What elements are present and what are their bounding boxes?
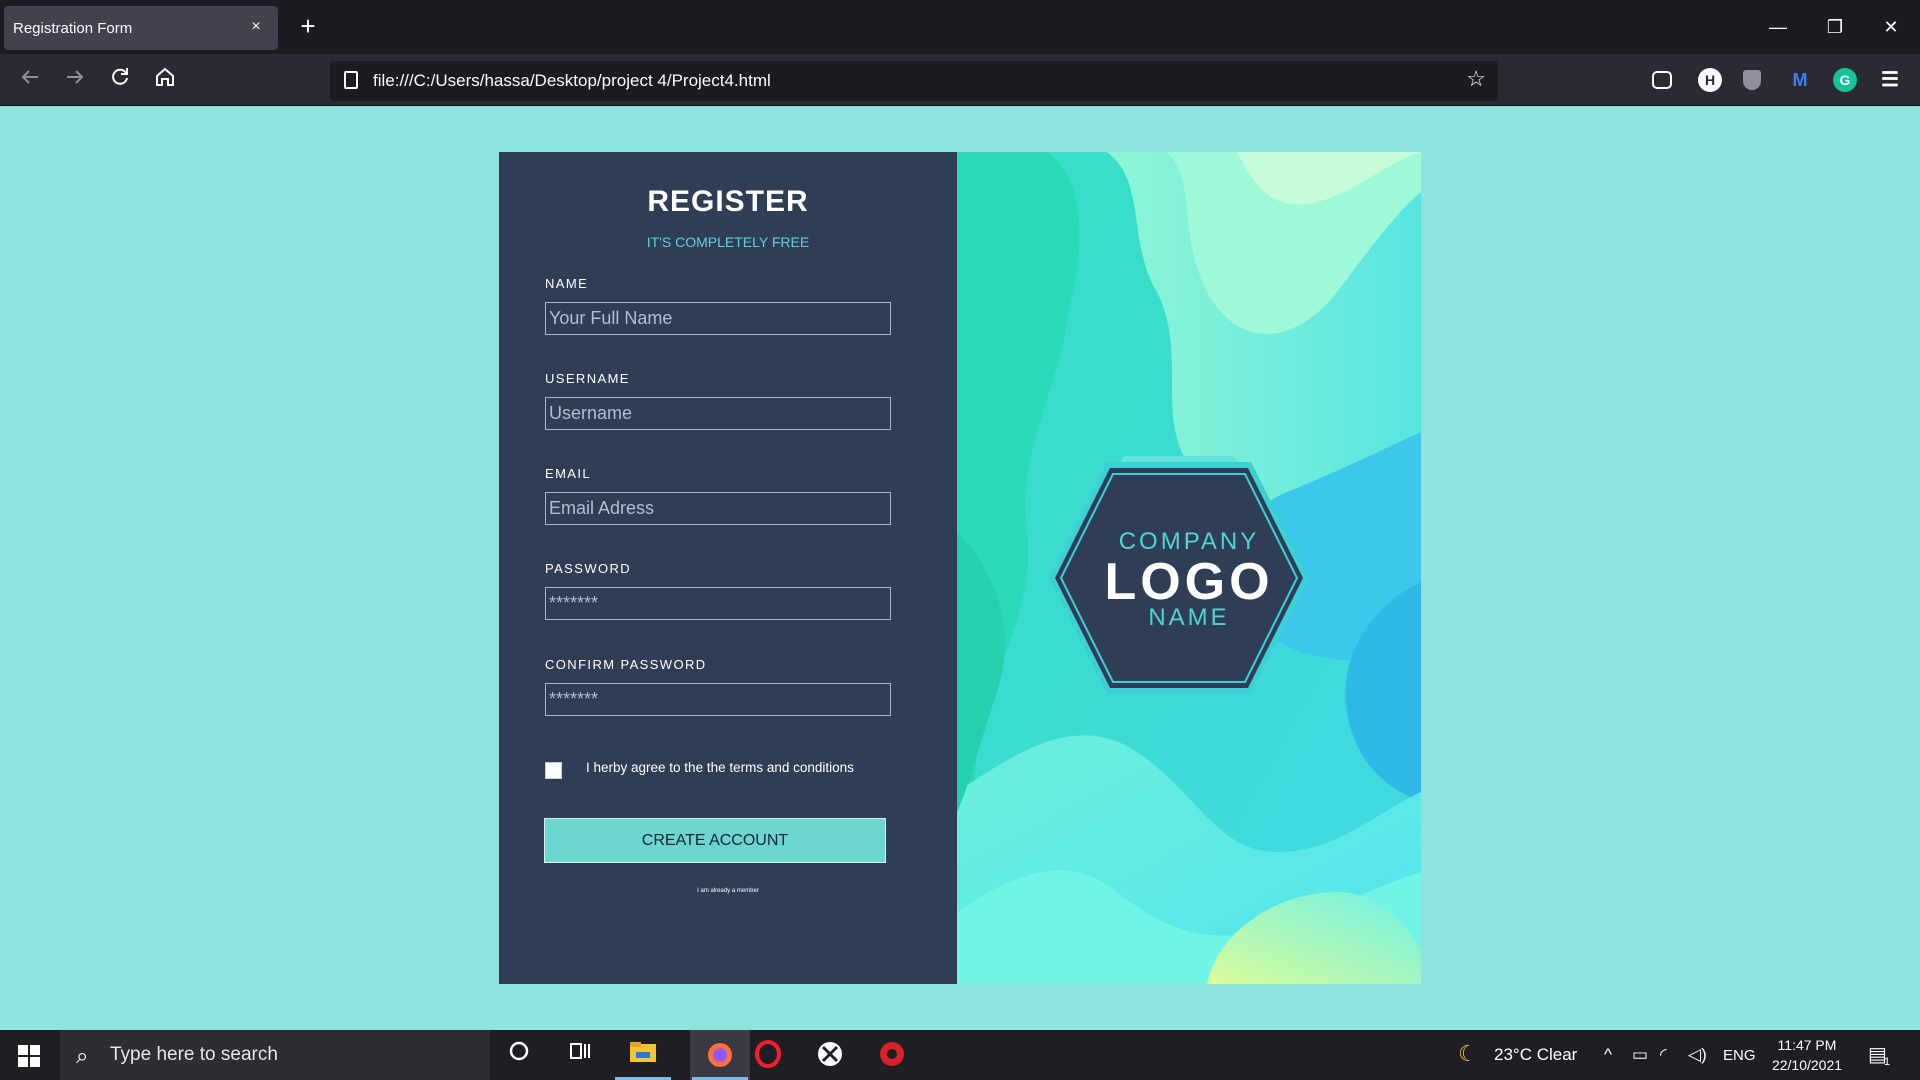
- confirm-password-label: CONFIRM PASSWORD: [545, 657, 707, 672]
- task-view-icon[interactable]: [565, 1040, 595, 1070]
- wifi-icon[interactable]: ◜: [1660, 1045, 1667, 1065]
- search-icon: ⌕: [76, 1043, 89, 1068]
- email-label: EMAIL: [545, 466, 592, 481]
- red-app-icon[interactable]: [877, 1040, 907, 1070]
- logo-main-text: LOGO: [1104, 553, 1274, 611]
- language-indicator[interactable]: ENG: [1723, 1047, 1756, 1064]
- password-label: PASSWORD: [545, 561, 632, 576]
- email-input[interactable]: [545, 492, 891, 525]
- home-icon[interactable]: [150, 66, 180, 96]
- file-explorer-icon[interactable]: [628, 1040, 658, 1070]
- username-label: USERNAME: [545, 371, 630, 386]
- forward-arrow-icon[interactable]: [60, 66, 90, 96]
- already-member-link[interactable]: I am already a member: [499, 888, 957, 894]
- tab-title: Registration Form: [13, 19, 133, 37]
- volume-icon[interactable]: ◁): [1688, 1045, 1707, 1065]
- taskbar-search-box[interactable]: ⌕ Type here to search: [60, 1030, 490, 1080]
- xbox-icon[interactable]: [815, 1040, 845, 1070]
- moon-weather-icon: ☾: [1458, 1041, 1478, 1066]
- grammarly-icon[interactable]: G: [1833, 68, 1857, 92]
- browser-tab[interactable]: Registration Form ×: [4, 6, 278, 50]
- decorative-art-panel: COMPANY LOGO NAME: [957, 152, 1421, 984]
- notification-count: 1: [1884, 1056, 1891, 1068]
- chevron-up-icon[interactable]: ^: [1604, 1045, 1612, 1065]
- password-input[interactable]: [545, 587, 891, 620]
- form-panel: REGISTER IT'S COMPLETELY FREE NAME USERN…: [499, 152, 957, 984]
- form-title: REGISTER: [647, 185, 809, 218]
- windows-start-icon[interactable]: [18, 1045, 40, 1067]
- clock-time: 11:47 PM: [1777, 1037, 1837, 1053]
- taskbar-clock[interactable]: 11:47 PM 22/10/2021: [1762, 1035, 1852, 1075]
- cortana-icon[interactable]: [504, 1040, 534, 1070]
- url-text[interactable]: file:///C:/Users/hassa/Desktop/project 4…: [373, 71, 771, 91]
- browser-nav-bar: file:///C:/Users/hassa/Desktop/project 4…: [0, 54, 1920, 106]
- tab-close-icon[interactable]: ×: [246, 17, 266, 37]
- new-tab-button[interactable]: +: [294, 13, 322, 41]
- opera-icon[interactable]: [753, 1040, 783, 1070]
- m-extension-icon[interactable]: M: [1788, 68, 1812, 92]
- windows-taskbar: ⌕ Type here to search ☾ 23°C Clear ^ ▭ ◜…: [0, 1030, 1920, 1080]
- search-placeholder: Type here to search: [110, 1044, 278, 1065]
- create-account-button[interactable]: CREATE ACCOUNT: [544, 818, 886, 863]
- restore-button[interactable]: ❐: [1820, 12, 1850, 42]
- battery-icon[interactable]: ▭: [1632, 1045, 1648, 1065]
- logo-name-text: NAME: [1148, 604, 1230, 631]
- clock-date: 22/10/2021: [1771, 1057, 1843, 1073]
- terms-label: I herby agree to the the terms and condi…: [586, 760, 854, 775]
- reload-icon[interactable]: [105, 66, 135, 96]
- close-window-button[interactable]: ✕: [1876, 12, 1906, 42]
- shield-extension-icon[interactable]: [1743, 70, 1761, 90]
- url-bar[interactable]: file:///C:/Users/hassa/Desktop/project 4…: [330, 61, 1498, 101]
- pocket-icon[interactable]: [1652, 71, 1672, 89]
- weather-text[interactable]: 23°C Clear: [1494, 1045, 1577, 1065]
- username-input[interactable]: [545, 397, 891, 430]
- menu-icon[interactable]: ☰: [1878, 68, 1902, 92]
- confirm-password-input[interactable]: [545, 683, 891, 716]
- minimize-button[interactable]: —: [1763, 12, 1793, 42]
- browser-tab-bar: Registration Form × + — ❐ ✕: [0, 0, 1920, 54]
- h-extension-icon[interactable]: H: [1698, 68, 1722, 92]
- bookmark-star-icon[interactable]: ☆: [1466, 66, 1486, 92]
- form-subtitle: IT'S COMPLETELY FREE: [646, 234, 810, 250]
- name-input[interactable]: [545, 302, 891, 335]
- firefox-icon[interactable]: [690, 1030, 750, 1080]
- back-arrow-icon[interactable]: [15, 66, 45, 96]
- name-label: NAME: [545, 276, 589, 291]
- page-icon: [344, 71, 358, 89]
- terms-checkbox[interactable]: [545, 762, 562, 779]
- registration-card: REGISTER IT'S COMPLETELY FREE NAME USERN…: [499, 152, 1421, 984]
